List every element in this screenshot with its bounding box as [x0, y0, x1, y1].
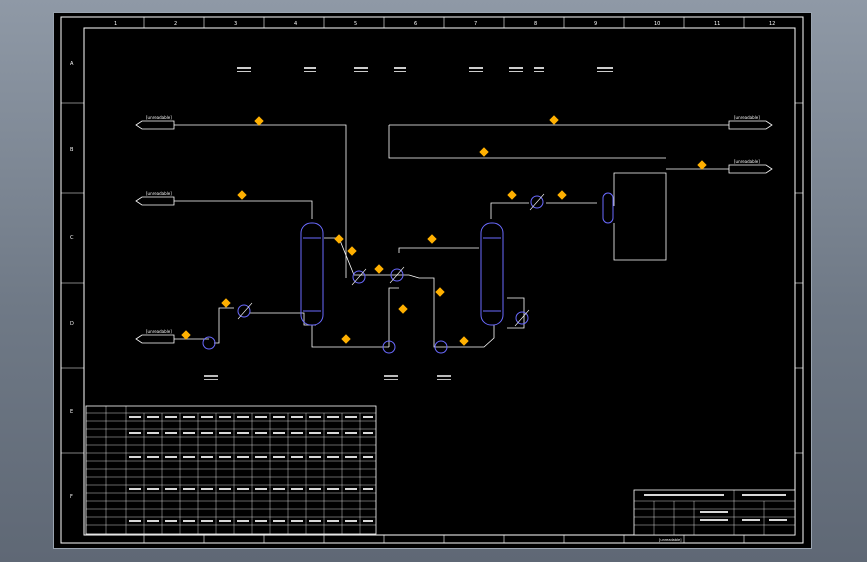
- outlet-arrow-left-top: [135, 120, 175, 130]
- stream-marker: [479, 147, 489, 157]
- grid-col-label: 8: [534, 21, 537, 27]
- grid-col-label: 12: [769, 21, 775, 27]
- stream-marker: [347, 246, 357, 256]
- grid-col-label: 1: [114, 21, 117, 27]
- stream-marker: [254, 116, 264, 126]
- stream-label: [unreadable]: [734, 115, 760, 120]
- stream-marker: [459, 336, 469, 346]
- grid-col-label: 11: [714, 21, 720, 27]
- stream-marker: [427, 234, 437, 244]
- grid-col-label: 10: [654, 21, 660, 27]
- grid-row-label: B: [70, 147, 74, 153]
- grid-col-label: 2: [174, 21, 177, 27]
- grid-col-label: 7: [474, 21, 477, 27]
- outlet-arrow-left-mid: [135, 196, 175, 206]
- stream-marker: [557, 190, 567, 200]
- grid-col-label: 5: [354, 21, 357, 27]
- stream-marker: [341, 334, 351, 344]
- stream-marker: [549, 115, 559, 125]
- grid-col-label: 6: [414, 21, 417, 27]
- cad-viewport[interactable]: 1 2 3 4 5 6 7 8 9 10 11 12 A B C D E F […: [53, 12, 812, 549]
- grid-col-label: 4: [294, 21, 297, 27]
- grid-row-label: D: [70, 321, 74, 327]
- stream-marker: [181, 330, 191, 340]
- stream-marker: [374, 264, 384, 274]
- process-lines: [174, 124, 766, 348]
- feed-arrow-left: [135, 334, 175, 344]
- stream-terminals: [135, 120, 773, 344]
- process-flow-diagram: 1 2 3 4 5 6 7 8 9 10 11 12 A B C D E F […: [60, 16, 804, 544]
- stream-marker: [507, 190, 517, 200]
- stream-marker: [221, 298, 231, 308]
- stream-label: [unreadable]: [146, 191, 172, 196]
- grid-col-label: 3: [234, 21, 237, 27]
- heat-exchanger-icon: [237, 304, 251, 318]
- stream-label: [unreadable]: [146, 329, 172, 334]
- stream-label: [unreadable]: [734, 159, 760, 164]
- title-block: [unreadable]: [633, 489, 796, 542]
- stream-label: [unreadable]: [146, 115, 172, 120]
- grid-row-label: F: [70, 494, 73, 500]
- grid-row-label: A: [70, 61, 74, 67]
- grid-row-label: E: [70, 409, 73, 415]
- outlet-arrow-right-top: [728, 120, 773, 130]
- material-balance-table: [85, 405, 377, 535]
- drawing-number: [unreadable]: [659, 538, 682, 542]
- grid-row-label: C: [70, 235, 74, 241]
- stream-marker: [398, 304, 408, 314]
- stream-marker: [435, 287, 445, 297]
- stream-marker: [334, 234, 344, 244]
- grid-col-label: 9: [594, 21, 597, 27]
- stream-labels: [unreadable] [unreadable] [unreadable] […: [146, 115, 760, 334]
- stream-marker: [237, 190, 247, 200]
- heat-exchangers: [237, 193, 545, 327]
- outlet-arrow-right-mid: [728, 164, 773, 174]
- pumps: [202, 336, 448, 354]
- stream-markers: [181, 115, 707, 346]
- equipment-tag-row: [237, 67, 613, 72]
- pump-tags: [204, 375, 451, 380]
- drum-vessel: [602, 192, 614, 224]
- stream-marker: [697, 160, 707, 170]
